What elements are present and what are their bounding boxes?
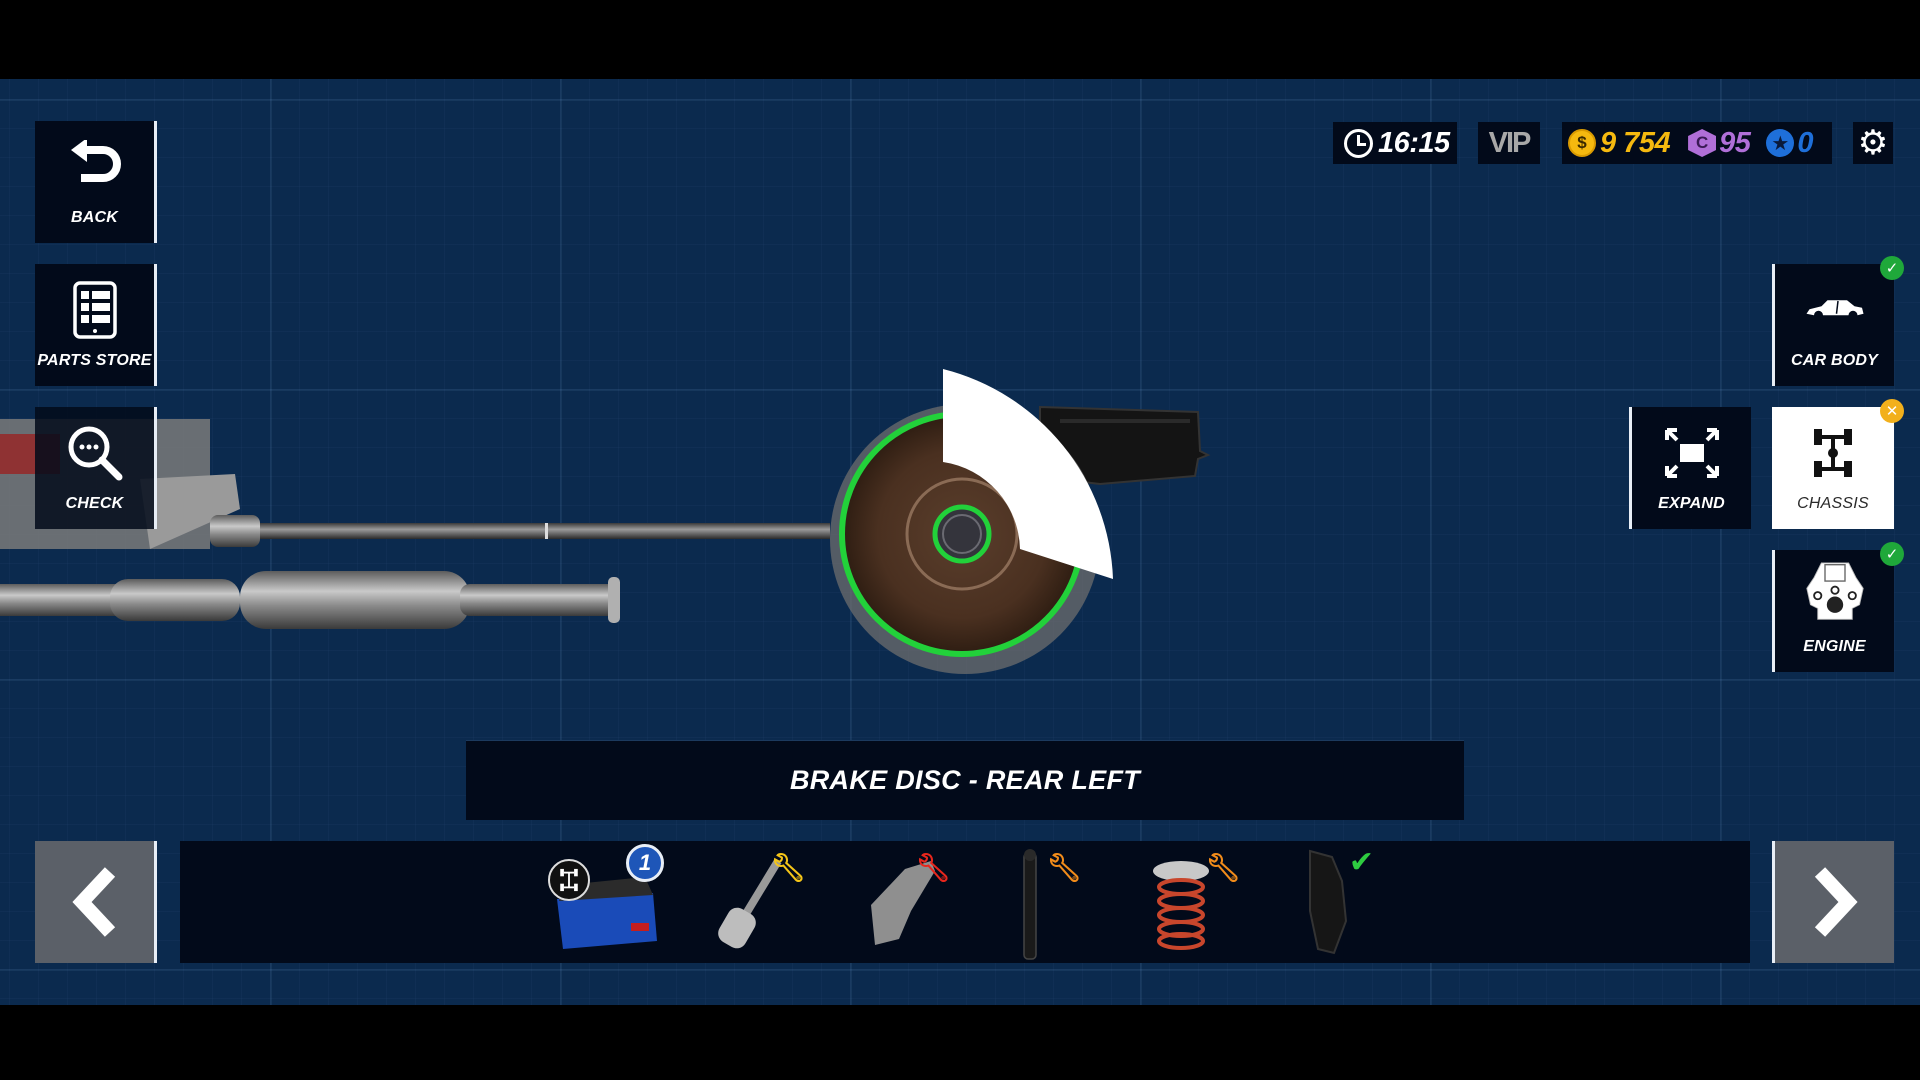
complete-check-icon: ✓	[1880, 256, 1904, 280]
expand-label: EXPAND	[1658, 495, 1725, 512]
clock-display: 16:15	[1333, 122, 1457, 164]
currency-panel: $ 9 754 C 95 ★ 0	[1562, 122, 1832, 164]
engine-icon	[1805, 556, 1865, 628]
magnifier-dots-icon	[65, 423, 125, 483]
chevron-left-icon	[71, 867, 115, 937]
chassis-icon	[1803, 423, 1863, 483]
part-item-tie-rod[interactable]: 🔧︎	[690, 841, 820, 963]
parts-store-button[interactable]: PARTS STORE	[35, 264, 157, 386]
shock-absorber-image	[1023, 849, 1037, 960]
clock-time: 16:15	[1378, 126, 1450, 159]
brake-caliper-image	[1309, 849, 1348, 955]
coins-amount: 9 754	[1600, 126, 1671, 159]
undo-arrow-icon	[65, 137, 125, 197]
vip-button[interactable]: VIP	[1478, 122, 1540, 164]
exhaust-model	[0, 571, 620, 629]
next-part-button[interactable]	[1772, 841, 1894, 963]
engine-label: ENGINE	[1803, 638, 1866, 655]
vip-label: VIP	[1488, 126, 1532, 159]
part-item-brake-caliper[interactable]: ✔	[1270, 841, 1400, 963]
wrench-red-icon: 🔧︎	[915, 852, 951, 883]
car-body-button[interactable]: CAR BODY ✓	[1772, 256, 1904, 386]
back-button[interactable]: BACK	[35, 121, 157, 243]
part-item-toolbox[interactable]: 1	[545, 841, 675, 963]
settings-button[interactable]: ⚙	[1853, 122, 1893, 164]
chassis-button[interactable]: CHASSIS ✕	[1772, 399, 1904, 529]
tablet-list-icon	[65, 280, 125, 340]
credits-icon: C	[1688, 129, 1717, 157]
expand-arrows-icon	[1662, 423, 1722, 483]
game-viewport: BACK PARTS STORE CHECK 16:15 VIP $ 9 754…	[0, 79, 1920, 1005]
complete-check-icon: ✓	[1880, 542, 1904, 566]
incomplete-x-icon: ✕	[1880, 399, 1904, 423]
coin-icon: $	[1568, 129, 1596, 157]
check-label: CHECK	[65, 495, 124, 512]
gear-icon: ⚙	[1857, 124, 1889, 162]
car-body-icon	[1805, 280, 1865, 340]
stars-amount: 0	[1797, 126, 1813, 159]
wrench-yellow-icon: 🔧︎	[770, 852, 806, 883]
parts-store-label: PARTS STORE	[37, 352, 152, 369]
driveshaft-model	[210, 515, 830, 547]
wrench-orange-icon: 🔧︎	[1046, 852, 1082, 883]
chassis-label: CHASSIS	[1797, 495, 1869, 512]
selected-part-title: BRAKE DISC - REAR LEFT	[466, 740, 1464, 820]
check-button[interactable]: CHECK	[35, 407, 157, 529]
clock-icon	[1344, 128, 1373, 158]
part-item-shock-absorber[interactable]: 🔧︎	[980, 841, 1110, 963]
star-icon: ★	[1766, 129, 1795, 157]
part-item-control-arm[interactable]: 🔧︎	[835, 841, 965, 963]
chassis-category-icon	[548, 859, 590, 901]
credits-amount: 95	[1719, 126, 1751, 159]
expand-button[interactable]: EXPAND	[1629, 407, 1751, 529]
toolbox-count-badge: 1	[626, 844, 664, 882]
chevron-right-icon	[1814, 867, 1858, 937]
back-label: BACK	[70, 209, 119, 226]
part-item-coil-spring[interactable]: 🔧︎	[1125, 841, 1255, 963]
car-body-label: CAR BODY	[1791, 352, 1878, 369]
engine-button[interactable]: ENGINE ✓	[1772, 542, 1904, 672]
parts-carousel: 1 🔧︎ 🔧︎ 🔧︎ 🔧︎ ✔	[180, 841, 1750, 963]
wrench-orange-icon: 🔧︎	[1205, 852, 1241, 883]
previous-part-button[interactable]	[35, 841, 157, 963]
green-check-icon: ✔	[1348, 846, 1374, 879]
